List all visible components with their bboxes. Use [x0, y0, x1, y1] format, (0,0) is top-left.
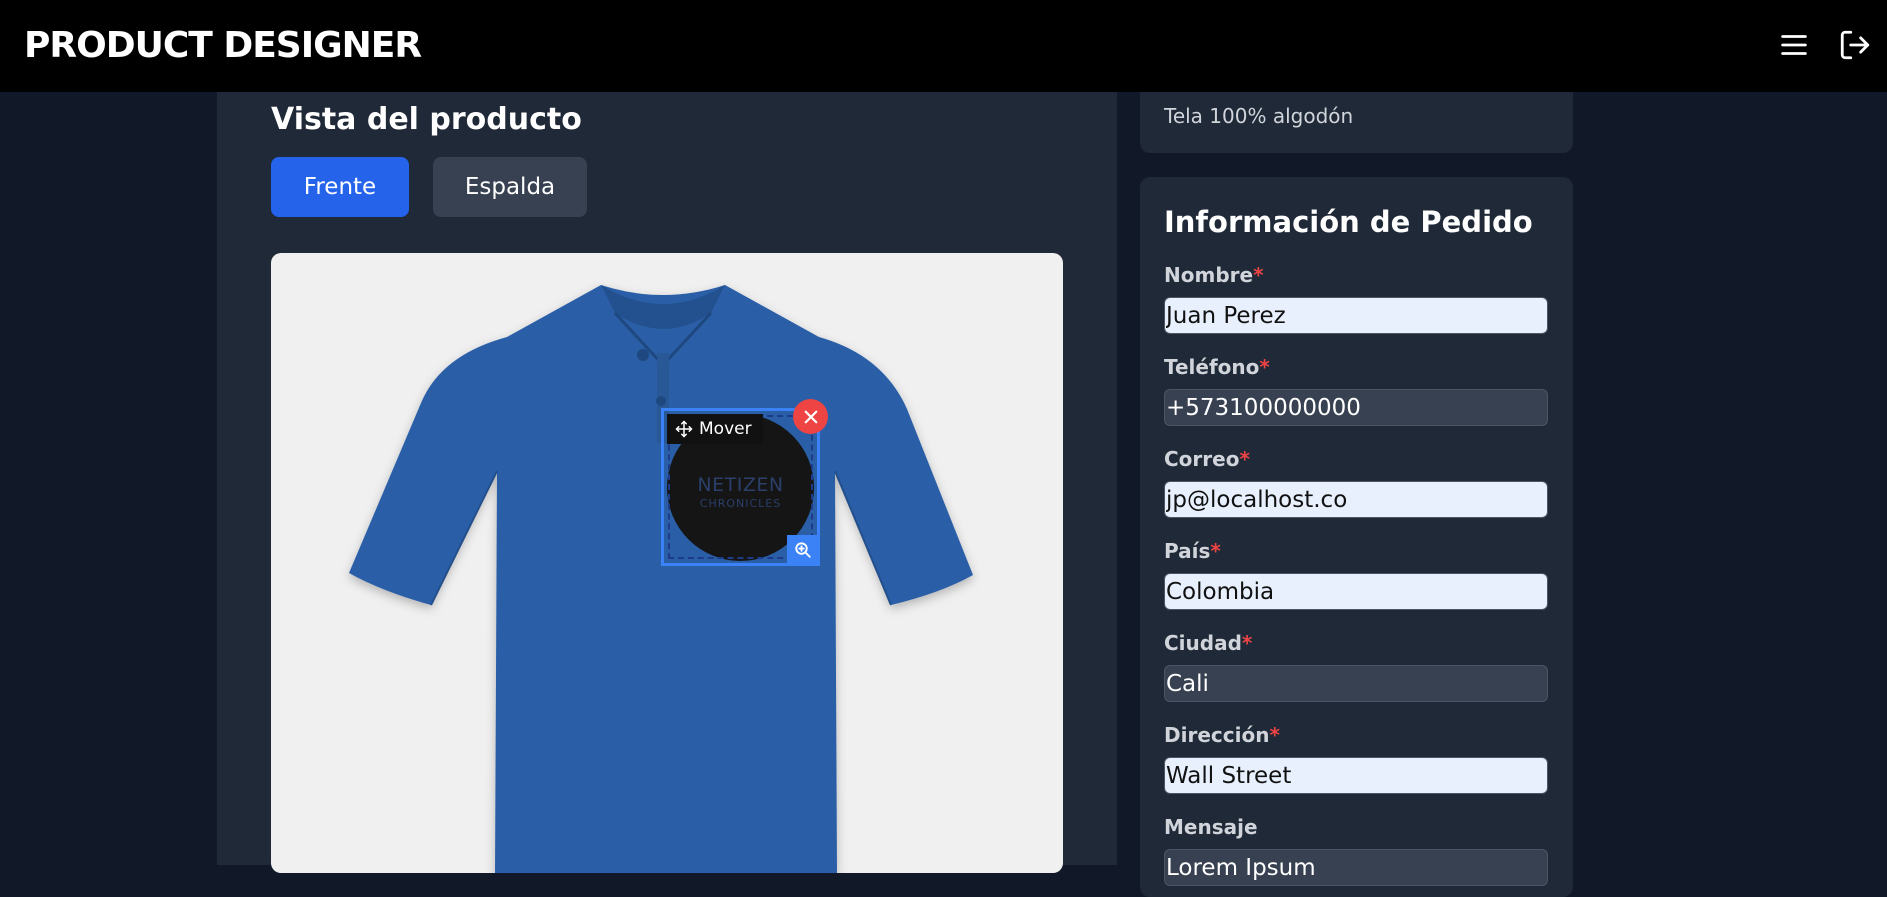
address-field[interactable]	[1164, 757, 1548, 794]
name-field[interactable]	[1164, 297, 1548, 334]
remove-design-button[interactable]	[793, 399, 828, 434]
city-label: Ciudad*	[1164, 631, 1253, 655]
close-icon	[804, 410, 817, 423]
name-label: Nombre*	[1164, 263, 1264, 287]
resize-design-button[interactable]	[787, 535, 818, 564]
logout-icon[interactable]	[1838, 28, 1872, 62]
order-form-card: Información de Pedido Nombre* Teléfono* …	[1140, 177, 1573, 897]
move-handle[interactable]: Mover	[667, 414, 763, 444]
product-view-title: Vista del producto	[271, 102, 582, 137]
email-field[interactable]	[1164, 481, 1548, 518]
app-title: PRODUCT DESIGNER	[24, 25, 422, 66]
menu-icon[interactable]	[1777, 28, 1811, 62]
material-text: Tela 100% algodón	[1164, 104, 1354, 128]
address-label: Dirección*	[1164, 723, 1280, 747]
tab-back[interactable]: Espalda	[433, 157, 587, 217]
zoom-in-icon	[794, 541, 811, 558]
email-label: Correo*	[1164, 447, 1250, 471]
country-field[interactable]	[1164, 573, 1548, 610]
city-field[interactable]	[1164, 665, 1548, 702]
tab-front[interactable]: Frente	[271, 157, 409, 217]
move-icon	[675, 420, 693, 438]
order-form-title: Información de Pedido	[1164, 205, 1533, 239]
move-label: Mover	[699, 419, 752, 439]
message-label: Mensaje	[1164, 815, 1258, 839]
phone-field[interactable]	[1164, 389, 1548, 426]
phone-label: Teléfono*	[1164, 355, 1270, 379]
country-label: País*	[1164, 539, 1221, 563]
top-bar: PRODUCT DESIGNER	[0, 0, 1887, 92]
message-field[interactable]	[1164, 849, 1548, 886]
